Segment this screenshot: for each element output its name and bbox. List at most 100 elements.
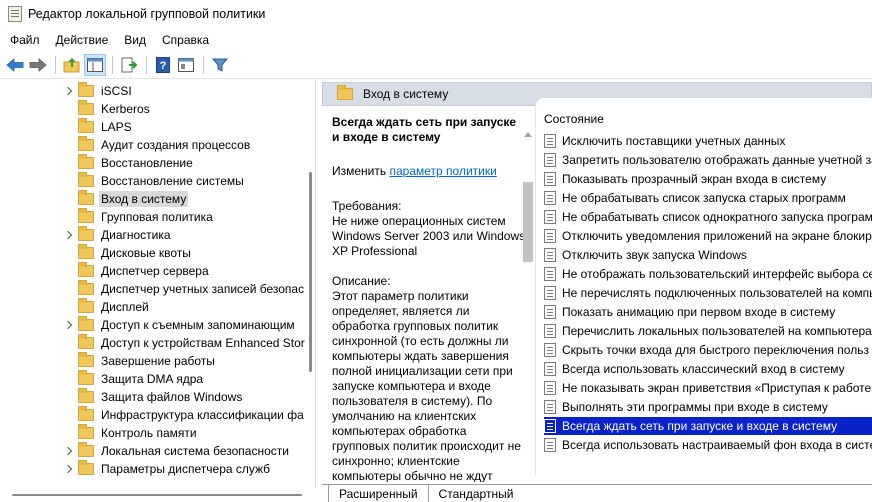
list-item[interactable]: Не обрабатывать список запуска старых пр… xyxy=(544,189,872,207)
tree-expander-spacer xyxy=(62,373,74,385)
list-item[interactable]: Показывать прозрачный экран входа в сист… xyxy=(544,170,872,188)
policy-setting-icon xyxy=(544,419,556,433)
list-item[interactable]: Исключить поставщики учетных данных xyxy=(544,132,872,150)
tree-expander-spacer xyxy=(62,427,74,439)
list-item-label: Не перечислять подключенных пользователе… xyxy=(562,286,872,300)
tree-item-diagnostics[interactable]: Диагностика xyxy=(62,226,173,244)
chevron-right-icon[interactable] xyxy=(62,85,74,97)
tree-item-label: Доступ к устройствам Enhanced Stor xyxy=(101,336,305,350)
tree-item-windows-file-protection[interactable]: Защита файлов Windows xyxy=(62,388,244,406)
policy-settings-list[interactable]: Состояние Исключить поставщики учетных д… xyxy=(536,98,872,476)
list-item[interactable]: Не показывать экран приветствия «Приступ… xyxy=(544,379,872,397)
tree-item-shutdown[interactable]: Завершение работы xyxy=(62,352,217,370)
tree-item-label: Дисплей xyxy=(101,300,149,314)
tree-item-display[interactable]: Дисплей xyxy=(62,298,151,316)
list-item-label: Не обрабатывать список однократного запу… xyxy=(562,210,872,224)
list-item[interactable]: Не обрабатывать список однократного запу… xyxy=(544,208,872,226)
tab-standard[interactable]: Стандартный xyxy=(429,485,524,502)
list-item-label: Показать анимацию при первом входе в сис… xyxy=(562,305,836,319)
folder-icon xyxy=(78,316,94,331)
folder-icon xyxy=(78,370,94,385)
list-item[interactable]: Всегда использовать настраиваемый фон вх… xyxy=(544,436,872,454)
toolbar-separator xyxy=(112,55,113,74)
tree-item-group-policy[interactable]: Групповая политика xyxy=(62,208,215,226)
policy-tree[interactable]: iSCSI Kerberos LAPS Аудит создания проце… xyxy=(0,80,316,488)
tree-item-recovery[interactable]: Восстановление xyxy=(62,154,195,172)
menu-view[interactable]: Вид xyxy=(116,33,154,47)
policy-setting-icon xyxy=(544,305,556,319)
chevron-right-icon[interactable] xyxy=(62,445,74,457)
list-item-label: Исключить поставщики учетных данных xyxy=(562,134,786,148)
list-item[interactable]: Запретить пользователю отображать данные… xyxy=(544,151,872,169)
list-item[interactable]: Отключить уведомления приложений на экра… xyxy=(544,227,872,245)
list-item[interactable]: Перечислить локальных пользователей на к… xyxy=(544,322,872,340)
tree-item-storage-sense[interactable]: Контроль памяти xyxy=(62,424,199,442)
show-hide-tree-button[interactable] xyxy=(84,53,106,76)
list-item-selected[interactable]: Всегда ждать сеть при запуске и входе в … xyxy=(544,417,872,435)
tree-item-kerberos[interactable]: Kerberos xyxy=(62,100,152,118)
filter-button[interactable] xyxy=(209,54,231,76)
tree-item-label: Восстановление xyxy=(101,156,193,170)
tree-item-label: Локальная система безопасности xyxy=(101,444,289,458)
tree-item-system-restore[interactable]: Восстановление системы xyxy=(62,172,246,190)
description-scrollbar[interactable] xyxy=(522,132,534,482)
chevron-right-icon[interactable] xyxy=(62,229,74,241)
help-button[interactable]: ? xyxy=(152,54,174,76)
tree-item-label: Аудит создания процессов xyxy=(101,138,251,152)
edit-policy-setting-link[interactable]: параметр политики xyxy=(389,164,496,178)
properties-button[interactable] xyxy=(175,54,197,76)
tab-extended[interactable]: Расширенный xyxy=(328,485,429,502)
tree-item-sam[interactable]: Диспетчер учетных записей безопас xyxy=(62,280,306,298)
tree-item-logon[interactable]: Вход в систему xyxy=(62,190,189,208)
tree-vertical-scrollbar[interactable] xyxy=(307,80,315,488)
tree-item-label: Доступ к съемным запоминающим xyxy=(101,318,295,332)
tree-expander-spacer xyxy=(62,175,74,187)
policy-setting-icon xyxy=(544,343,556,357)
chevron-right-icon[interactable] xyxy=(62,319,74,331)
menu-help[interactable]: Справка xyxy=(154,33,217,47)
list-item[interactable]: Выполнять эти программы при входе в сист… xyxy=(544,398,872,416)
forward-button[interactable] xyxy=(27,54,49,76)
scrollbar-thumb[interactable] xyxy=(309,172,312,372)
tree-item-kernel-dma[interactable]: Защита DMA ядра xyxy=(62,370,205,388)
requirements-block: Требования: Не ниже операционных систем … xyxy=(332,199,526,259)
list-item[interactable]: Не отображать пользовательский интерфейс… xyxy=(544,265,872,283)
tree-item-iscsi[interactable]: iSCSI xyxy=(62,82,134,100)
tree-item-enhanced-storage[interactable]: Доступ к устройствам Enhanced Stor xyxy=(62,334,307,352)
column-header-state[interactable]: Состояние xyxy=(544,112,604,126)
folder-icon xyxy=(78,136,94,151)
edit-policy-line: Изменить параметр политики xyxy=(332,164,526,179)
policy-setting-icon xyxy=(544,134,556,148)
list-item[interactable]: Показать анимацию при первом входе в сис… xyxy=(544,303,872,321)
list-item[interactable]: Отключить звук запуска Windows xyxy=(544,246,872,264)
tree-item-laps[interactable]: LAPS xyxy=(62,118,134,136)
tree-item-fci[interactable]: Инфраструктура классификации фа xyxy=(62,406,306,424)
scroll-up-arrow-icon[interactable] xyxy=(524,132,532,137)
tree-item-process-audit[interactable]: Аудит создания процессов xyxy=(62,136,252,154)
export-list-icon xyxy=(121,57,137,72)
folder-icon xyxy=(78,424,94,439)
tree-item-server-manager[interactable]: Диспетчер сервера xyxy=(62,262,211,280)
list-item-label: Всегда использовать классический вход в … xyxy=(562,362,845,376)
tree-item-label: iSCSI xyxy=(101,84,132,98)
tree-horizontal-scrollbar[interactable] xyxy=(0,488,316,502)
tree-item-scm-settings[interactable]: Параметры диспетчера служб xyxy=(62,460,272,478)
tree-item-removable-storage[interactable]: Доступ к съемным запоминающим xyxy=(62,316,297,334)
policy-editor-app-icon xyxy=(8,6,22,22)
scrollbar-thumb[interactable] xyxy=(523,182,533,262)
folder-icon xyxy=(78,352,94,367)
list-item[interactable]: Скрыть точки входа для быстрого переключ… xyxy=(544,341,872,359)
menu-file[interactable]: Файл xyxy=(2,33,48,47)
export-list-button[interactable] xyxy=(118,54,140,76)
back-button[interactable] xyxy=(4,54,26,76)
list-item[interactable]: Не перечислять подключенных пользователе… xyxy=(544,284,872,302)
list-item[interactable]: Всегда использовать классический вход в … xyxy=(544,360,872,378)
menu-action[interactable]: Действие xyxy=(48,33,117,47)
chevron-right-icon[interactable] xyxy=(62,463,74,475)
tree-item-disk-quotas[interactable]: Дисковые квоты xyxy=(62,244,193,262)
tree-item-label: Защита DMA ядра xyxy=(101,372,204,386)
policy-setting-icon xyxy=(544,210,556,224)
up-one-level-button[interactable] xyxy=(61,54,83,76)
tree-item-lsa[interactable]: Локальная система безопасности xyxy=(62,442,291,460)
scrollbar-thumb[interactable] xyxy=(12,494,302,496)
